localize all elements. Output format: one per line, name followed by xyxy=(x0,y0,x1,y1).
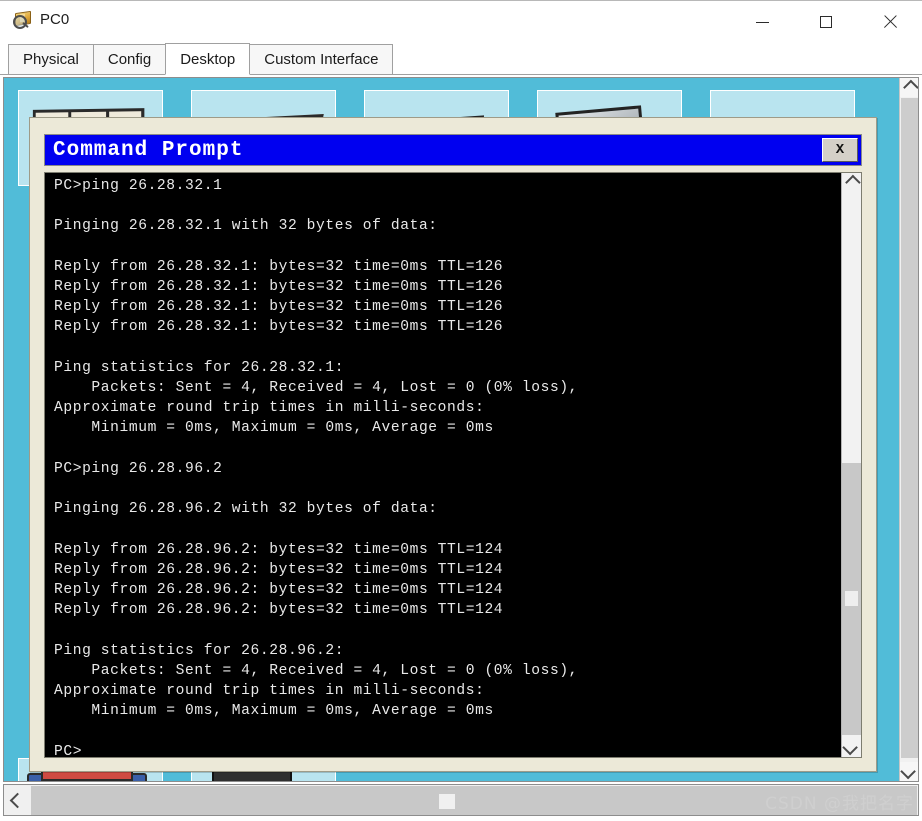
tab-desktop[interactable]: Desktop xyxy=(165,43,251,75)
desktop-scrollbar-thumb[interactable] xyxy=(901,98,918,758)
close-icon xyxy=(883,15,897,29)
tab-config-label: Config xyxy=(107,51,152,68)
command-prompt-window: Command Prompt X PC>ping 26.28.32.1 Ping… xyxy=(29,117,877,772)
packet-tracer-device-icon xyxy=(12,10,32,30)
terminal-output-text: PC>ping 26.28.32.1 Pinging 26.28.32.1 wi… xyxy=(54,178,579,758)
tab-physical-label: Physical xyxy=(23,51,79,68)
command-prompt-title: Command Prompt xyxy=(53,139,244,162)
tab-desktop-label: Desktop xyxy=(180,50,236,68)
desktop-horizontal-scrollbar[interactable] xyxy=(3,784,919,816)
terminal-scroll-up-button[interactable] xyxy=(842,173,861,192)
tab-strip: Physical Config Desktop Custom Interface xyxy=(0,42,922,75)
maximize-icon xyxy=(820,16,832,28)
scroll-down-icon xyxy=(842,739,858,756)
desktop-scroll-left-button[interactable] xyxy=(4,785,30,815)
tab-custom-interface[interactable]: Custom Interface xyxy=(249,44,394,75)
horizontal-scrollbar-track[interactable] xyxy=(31,786,917,815)
tab-config[interactable]: Config xyxy=(92,44,167,75)
minimize-button[interactable] xyxy=(730,1,794,43)
command-prompt-title-bar[interactable]: Command Prompt X xyxy=(44,134,862,166)
scroll-up-icon xyxy=(903,79,918,96)
scroll-left-icon xyxy=(9,792,25,808)
window-title-group: PC0 xyxy=(12,10,69,30)
minimize-icon xyxy=(755,21,769,23)
terminal-scroll-down-button[interactable] xyxy=(842,738,861,757)
desktop-scroll-up-button[interactable] xyxy=(900,78,918,97)
desktop-pane: Command Prompt X PC>ping 26.28.32.1 Ping… xyxy=(3,77,919,782)
desktop-scroll-down-button[interactable] xyxy=(900,762,918,781)
window-title-bar: PC0 xyxy=(0,0,922,42)
terminal-vertical-scrollbar[interactable] xyxy=(841,173,861,757)
terminal-output-area[interactable]: PC>ping 26.28.32.1 Pinging 26.28.32.1 wi… xyxy=(44,172,862,758)
desktop-background: Command Prompt X PC>ping 26.28.32.1 Ping… xyxy=(4,78,899,781)
scroll-down-icon xyxy=(900,763,916,780)
tab-physical[interactable]: Physical xyxy=(8,44,94,75)
terminal-scrollbar-thumb[interactable] xyxy=(842,463,861,735)
desktop-vertical-scrollbar[interactable] xyxy=(899,78,918,781)
scrollbar-grip xyxy=(845,591,858,606)
window-controls xyxy=(730,1,922,43)
tab-custom-interface-label: Custom Interface xyxy=(264,51,379,68)
scroll-up-icon xyxy=(845,174,861,191)
close-button[interactable] xyxy=(858,1,922,43)
command-prompt-close-button[interactable]: X xyxy=(822,138,858,162)
horizontal-scrollbar-grip xyxy=(439,794,455,809)
window-title: PC0 xyxy=(40,11,70,28)
maximize-button[interactable] xyxy=(794,1,858,43)
packet-tracer-device-window: PC0 Physical Config Desktop Custom Inter… xyxy=(0,0,922,821)
